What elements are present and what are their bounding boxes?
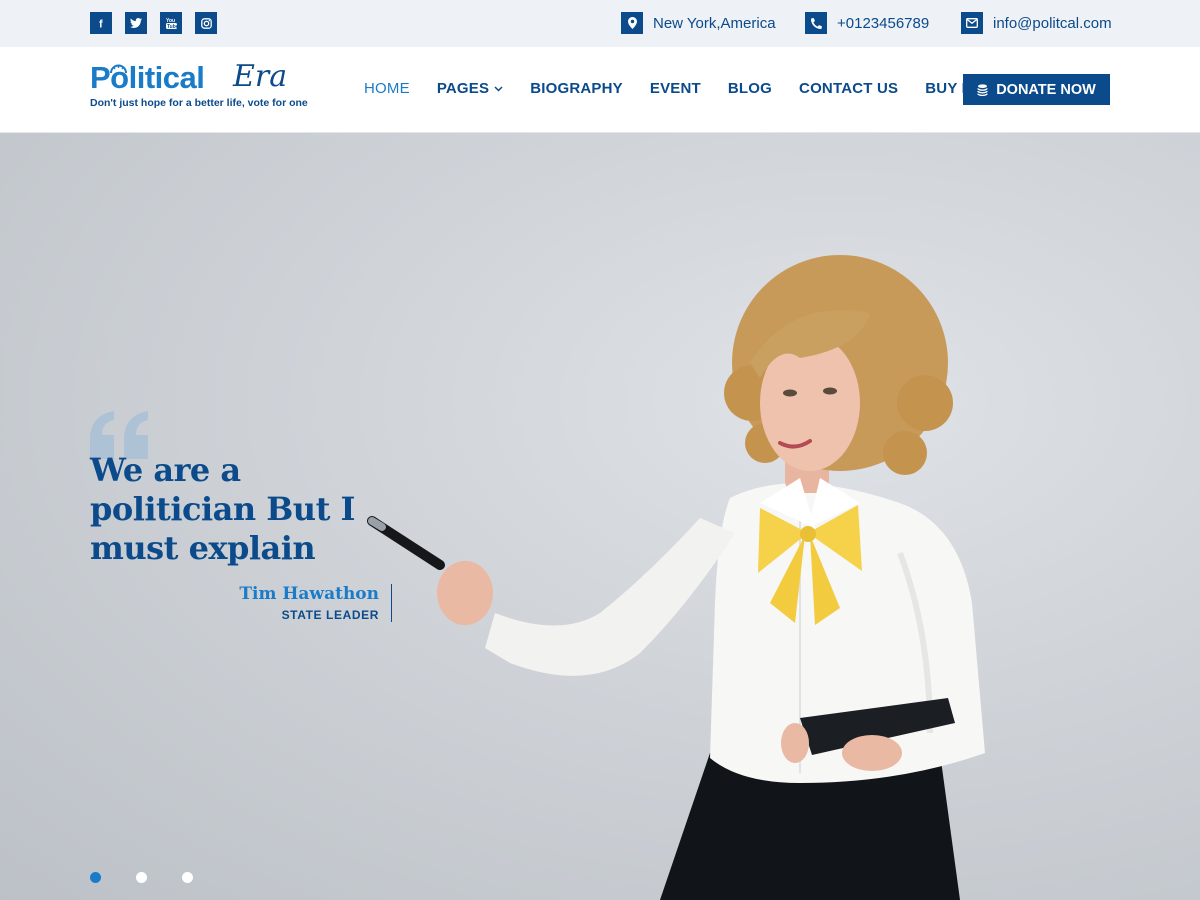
sunrise-icon xyxy=(110,64,127,74)
coins-icon xyxy=(977,83,988,96)
youtube-icon[interactable]: YouTube xyxy=(160,12,182,34)
slider-dot-1[interactable] xyxy=(90,872,101,883)
site-header: Political Era Don't just hope for a bett… xyxy=(0,47,1200,133)
nav-event[interactable]: EVENT xyxy=(650,80,701,97)
author-role: STATE LEADER xyxy=(281,608,379,622)
email-text[interactable]: info@politcal.com xyxy=(993,15,1112,32)
social-links: f YouTube xyxy=(90,12,217,34)
map-pin-icon xyxy=(621,12,643,34)
site-logo[interactable]: Political Era Don't just hope for a bett… xyxy=(90,59,308,117)
logo-script: Era xyxy=(233,59,288,94)
donate-now-button[interactable]: DONATE NOW xyxy=(963,74,1110,105)
slider-dot-3[interactable] xyxy=(182,872,193,883)
donate-label: DONATE NOW xyxy=(996,81,1096,98)
svg-text:f: f xyxy=(99,19,103,30)
nav-contact-us[interactable]: CONTACT US xyxy=(799,80,898,97)
nav-pages[interactable]: PAGES xyxy=(437,80,503,97)
slider-dot-2[interactable] xyxy=(136,872,147,883)
envelope-icon xyxy=(961,12,983,34)
svg-text:Tube: Tube xyxy=(167,24,177,29)
nav-pages-label: PAGES xyxy=(436,80,490,97)
location-info: New York,America xyxy=(621,12,776,34)
quote-author: Tim Hawathon STATE LEADER xyxy=(200,584,392,622)
phone-icon xyxy=(805,12,827,34)
phone-info[interactable]: +0123456789 xyxy=(805,12,929,34)
twitter-icon[interactable] xyxy=(125,12,147,34)
email-info[interactable]: info@politcal.com xyxy=(961,12,1112,34)
nav-biography[interactable]: BIOGRAPHY xyxy=(530,80,623,97)
author-name: Tim Hawathon xyxy=(239,584,379,604)
nav-home[interactable]: HOME xyxy=(364,80,410,97)
top-info-bar: f YouTube New York,America +0123456789 i… xyxy=(0,0,1200,47)
chevron-down-icon xyxy=(494,85,503,92)
hero-slider: We are a politician But I must explain T… xyxy=(0,133,1200,900)
main-navigation: HOME PAGES BIOGRAPHY EVENT BLOG CONTACT … xyxy=(364,80,1022,97)
hero-headline: We are a politician But I must explain xyxy=(90,451,355,567)
slider-dots xyxy=(90,872,193,883)
instagram-icon[interactable] xyxy=(195,12,217,34)
phone-text[interactable]: +0123456789 xyxy=(837,15,929,32)
logo-tagline: Don't just hope for a better life, vote … xyxy=(90,97,308,109)
nav-blog[interactable]: BLOG xyxy=(728,80,772,97)
location-text: New York,America xyxy=(653,14,776,32)
logo-wordmark: Political xyxy=(90,60,205,95)
facebook-icon[interactable]: f xyxy=(90,12,112,34)
